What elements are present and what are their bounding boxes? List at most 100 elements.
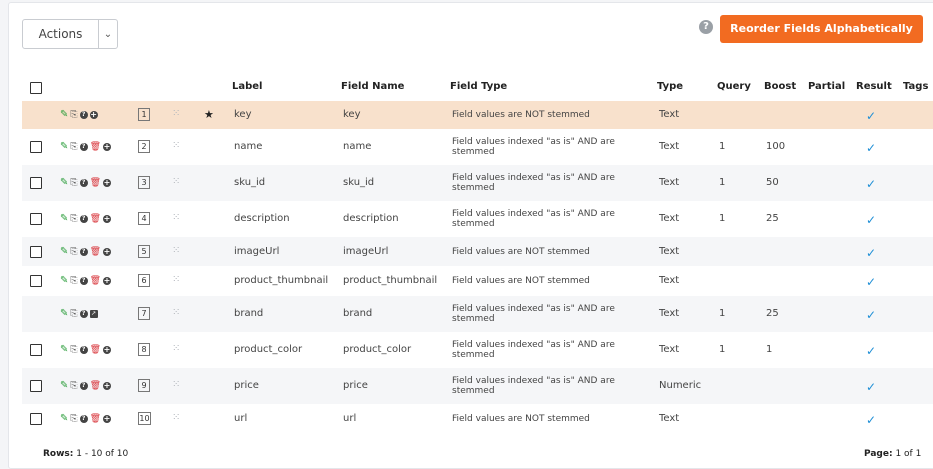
add-icon[interactable]: +	[103, 277, 112, 285]
header-partial[interactable]: Partial	[808, 81, 845, 92]
help-icon[interactable]: ?	[79, 111, 88, 119]
edit-icon[interactable]: ✎	[60, 178, 68, 188]
help-icon[interactable]: ?	[79, 310, 88, 318]
field-label: sku_id	[234, 177, 266, 188]
add-icon[interactable]: +	[103, 346, 112, 354]
edit-icon[interactable]: ✎	[60, 381, 68, 391]
copy-icon[interactable]: ⎘	[70, 309, 77, 319]
copy-icon[interactable]: ⎘	[70, 178, 77, 188]
table-row[interactable]: ✎ ⎘? 🗑 +2 ⁙ name name Text 1 100 Field values inde…	[22, 129, 933, 165]
delete-icon[interactable]: 🗑	[90, 414, 101, 424]
query-value: 1	[719, 177, 726, 188]
select-all-checkbox[interactable]	[30, 82, 42, 94]
drag-handle-icon[interactable]: ⁙	[172, 176, 180, 187]
copy-icon[interactable]: ⎘	[70, 345, 77, 355]
edit-icon[interactable]: ✎	[60, 413, 68, 424]
add-icon[interactable]: +	[103, 215, 112, 223]
edit-icon[interactable]: ✎	[60, 276, 68, 286]
actions-dropdown[interactable]: Actions ⌄	[22, 19, 118, 49]
copy-icon[interactable]: ⎘	[70, 276, 77, 286]
reorder-fields-button[interactable]: Reorder Fields Alphabetically	[720, 15, 923, 43]
drag-handle-icon[interactable]: ⁙	[172, 343, 180, 354]
add-icon[interactable]: +	[103, 247, 112, 256]
delete-icon[interactable]: 🗑	[90, 247, 101, 257]
drag-handle-icon[interactable]: ⁙	[172, 140, 180, 151]
drag-handle-icon[interactable]: ⁙	[172, 212, 180, 223]
field-type-kind: Text	[659, 412, 680, 424]
edit-icon[interactable]: ✎	[60, 246, 68, 257]
header-type[interactable]: Type	[657, 81, 683, 92]
drag-handle-icon[interactable]: ⁙	[172, 379, 180, 390]
header-field-name[interactable]: Field Name	[341, 81, 404, 92]
drag-handle-icon[interactable]: ⁙	[172, 108, 180, 119]
drag-handle-icon[interactable]: ⁙	[172, 307, 180, 318]
delete-icon[interactable]: 🗑	[90, 276, 101, 286]
table-row[interactable]: ✎ ⎘? ↗ 7 ⁙ brand brand Text 1 25 Field values inde…	[22, 296, 933, 332]
table-row[interactable]: ✎ ⎘? 🗑 +8 ⁙ product_color product_color Text 1 1 F…	[22, 332, 933, 368]
help-icon[interactable]: ?	[79, 143, 88, 151]
row-checkbox[interactable]	[30, 141, 42, 153]
copy-icon[interactable]: ⎘	[70, 381, 77, 391]
copy-icon[interactable]: ⎘	[70, 414, 77, 424]
external-icon[interactable]: ↗	[89, 310, 98, 318]
row-checkbox[interactable]	[30, 275, 42, 287]
row-actions: ✎ ⎘? 🗑 +	[60, 276, 112, 286]
delete-icon[interactable]: 🗑	[90, 214, 101, 224]
edit-icon[interactable]: ✎	[60, 214, 68, 224]
row-checkbox[interactable]	[30, 177, 42, 189]
copy-icon[interactable]: ⎘	[70, 142, 77, 152]
add-icon[interactable]: +	[103, 414, 112, 423]
delete-icon[interactable]: 🗑	[90, 178, 101, 188]
header-query[interactable]: Query	[717, 81, 751, 92]
copy-icon[interactable]: ⎘	[70, 214, 77, 224]
header-label[interactable]: Label	[232, 81, 263, 92]
header-boost[interactable]: Boost	[764, 81, 796, 92]
drag-handle-icon[interactable]: ⁙	[172, 245, 180, 256]
add-icon[interactable]: +	[89, 111, 98, 119]
help-icon[interactable]: ?	[79, 247, 88, 256]
chevron-down-icon[interactable]: ⌄	[99, 29, 117, 40]
table-row[interactable]: ✎ ⎘? +1 ⁙ ★ key key Text Field values are NOT st…	[22, 101, 933, 129]
drag-handle-icon[interactable]: ⁙	[172, 412, 180, 423]
row-checkbox[interactable]	[30, 412, 42, 425]
copy-icon[interactable]: ⎘	[70, 110, 77, 120]
help-icon[interactable]: ?	[79, 215, 88, 223]
order-number: 9	[138, 379, 150, 392]
add-icon[interactable]: +	[103, 179, 112, 187]
table-row[interactable]: ✎ ⎘? 🗑 +10 ⁙ url url Text Field values are NOT s…	[22, 404, 933, 433]
edit-icon[interactable]: ✎	[60, 110, 68, 120]
order-number: 8	[138, 343, 150, 356]
header-tags[interactable]: Tags	[903, 81, 928, 92]
table-row[interactable]: ✎ ⎘? 🗑 +9 ⁙ price price Numeric Field values ind…	[22, 368, 933, 404]
help-icon[interactable]: ?	[79, 277, 88, 285]
add-icon[interactable]: +	[103, 382, 112, 390]
copy-icon[interactable]: ⎘	[70, 247, 77, 257]
row-checkbox[interactable]	[30, 245, 42, 258]
delete-icon[interactable]: 🗑	[90, 142, 101, 152]
help-icon[interactable]: ?	[79, 179, 88, 187]
help-icon[interactable]: ?	[79, 414, 88, 423]
add-icon[interactable]: +	[103, 143, 112, 151]
table-row[interactable]: ✎ ⎘? 🗑 +5 ⁙ imageUrl imageUrl Text Field values …	[22, 237, 933, 266]
edit-icon[interactable]: ✎	[60, 142, 68, 152]
header-field-type[interactable]: Field Type	[450, 81, 507, 92]
table-row[interactable]: ✎ ⎘? 🗑 +4 ⁙ description description Text 1 25 Fiel…	[22, 201, 933, 237]
field-type: Field values are NOT stemmed	[452, 110, 590, 120]
row-checkbox[interactable]	[30, 213, 42, 225]
delete-icon[interactable]: 🗑	[90, 381, 101, 391]
help-icon[interactable]: ?	[699, 20, 713, 34]
row-checkbox[interactable]	[30, 380, 42, 392]
row-checkbox[interactable]	[30, 344, 42, 356]
result-check-icon: ✓	[866, 213, 877, 227]
help-icon[interactable]: ?	[79, 346, 88, 354]
delete-icon[interactable]: 🗑	[90, 345, 101, 355]
order-number: 2	[138, 140, 150, 153]
edit-icon[interactable]: ✎	[60, 309, 68, 319]
table-row[interactable]: ✎ ⎘? 🗑 +6 ⁙ product_thumbnail product_thumbnai…	[22, 266, 933, 296]
drag-handle-icon[interactable]: ⁙	[172, 274, 180, 285]
help-icon[interactable]: ?	[79, 382, 88, 390]
header-result[interactable]: Result	[856, 81, 892, 92]
table-row[interactable]: ✎ ⎘? 🗑 +3 ⁙ sku_id sku_id Text 1 50 Field values i…	[22, 165, 933, 201]
edit-icon[interactable]: ✎	[60, 345, 68, 355]
boost-value: 25	[766, 213, 779, 224]
